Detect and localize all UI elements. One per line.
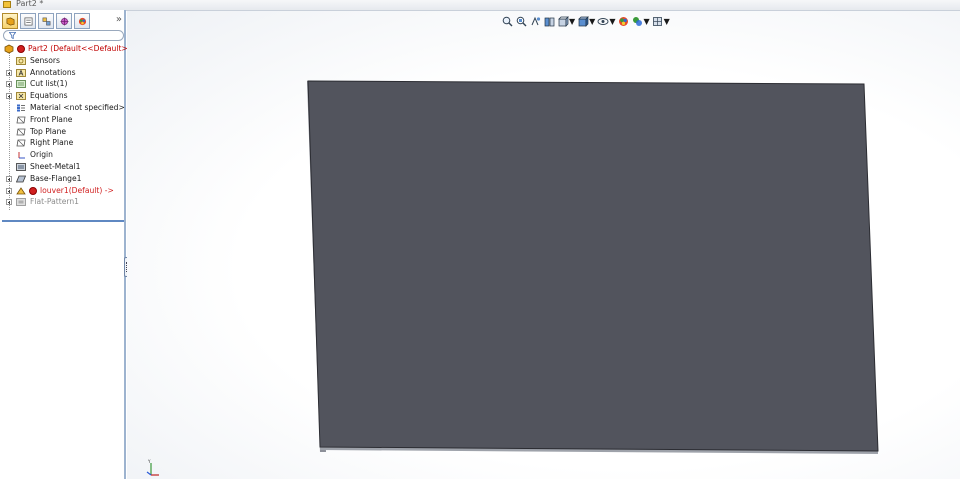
tree-item-label: Base-Flange1 — [30, 173, 82, 183]
tree-root-label: Part2 (Default<<Default>_D — [28, 44, 138, 53]
tree-item-label: Flat-Pattern1 — [30, 197, 79, 207]
expand-toggle[interactable] — [6, 187, 12, 194]
tree-item-annotations[interactable]: Annotations — [0, 67, 126, 79]
tab-dimxpert-manager[interactable] — [56, 13, 72, 29]
tab-display-manager[interactable] — [74, 13, 90, 29]
reference-triad-icon: Y — [146, 459, 159, 476]
equations-icon — [16, 92, 26, 101]
feature-filter-box[interactable] — [3, 30, 124, 41]
tab-configuration-manager[interactable] — [38, 13, 54, 29]
tree-item-sheet-metal[interactable]: Sheet-Metal1 — [0, 161, 126, 173]
title-bar: Part2 * — [0, 0, 960, 11]
tree-item-label: Top Plane — [30, 126, 67, 136]
part-model-view[interactable] — [127, 11, 960, 479]
tree-item-label: Origin — [30, 150, 53, 160]
plane-icon — [16, 116, 26, 124]
expand-toggle[interactable] — [6, 81, 12, 88]
origin-icon — [18, 152, 25, 159]
panel-tabs: » — [2, 13, 124, 29]
feature-manager-panel: » Part2 (Default<<Default>_D Sensors Ann… — [0, 10, 137, 479]
configuration-manager-icon — [42, 17, 50, 25]
tree-item-origin[interactable]: Origin — [0, 149, 126, 161]
plane-icon — [16, 128, 26, 135]
tree-item-label: Front Plane — [30, 114, 73, 124]
property-manager-icon — [24, 17, 32, 25]
part-icon — [4, 44, 14, 54]
tree-item-louver[interactable]: louver1(Default) -> — [0, 185, 126, 197]
tree-item-label: Equations — [30, 91, 68, 101]
tree-item-flat-pattern[interactable]: Flat-Pattern1 — [0, 196, 126, 208]
tree-item-front-plane[interactable]: Front Plane — [0, 114, 126, 126]
rebuild-error-icon — [17, 45, 25, 53]
tree-item-label: Cut list(1) — [30, 79, 68, 89]
tab-property-manager[interactable] — [20, 13, 36, 29]
tab-feature-manager[interactable] — [2, 13, 18, 29]
tree-item-label: Sensors — [30, 55, 60, 65]
tree-item-sensors[interactable]: Sensors — [0, 55, 126, 67]
tree-root-part[interactable]: Part2 (Default<<Default>_D — [0, 43, 137, 55]
tree-item-equations[interactable]: Equations — [0, 90, 126, 102]
tree-item-right-plane[interactable]: Right Plane — [0, 137, 126, 149]
part-top-face — [307, 80, 879, 452]
part-document-icon — [3, 1, 11, 8]
tree-item-label: Right Plane — [30, 138, 74, 148]
sensor-icon — [16, 56, 26, 65]
filter-icon — [9, 32, 16, 39]
sheet-metal-icon — [16, 163, 26, 171]
tree-item-cut-list[interactable]: Cut list(1) — [0, 78, 126, 90]
plane-icon — [16, 139, 26, 147]
cut-list-icon — [16, 80, 26, 89]
dimxpert-icon — [59, 16, 69, 26]
flat-pattern-icon — [16, 198, 26, 207]
feature-tree: Part2 (Default<<Default>_D Sensors Annot… — [0, 43, 137, 208]
svg-text:Y: Y — [147, 459, 151, 464]
tree-item-material[interactable]: Material <not specified> — [0, 102, 126, 114]
error-icon — [29, 186, 37, 195]
feature-manager-icon — [6, 17, 14, 25]
base-flange-icon — [16, 175, 26, 183]
material-icon — [17, 104, 25, 112]
expand-toggle[interactable] — [6, 93, 12, 100]
display-manager-icon — [78, 17, 86, 25]
louver-icon — [16, 186, 26, 194]
window-title: Part2 * — [16, 0, 44, 8]
annotations-icon — [16, 68, 26, 77]
tree-end-marker — [2, 220, 124, 222]
tree-item-top-plane[interactable]: Top Plane — [0, 126, 126, 138]
tree-item-label: Sheet-Metal1 — [30, 161, 81, 171]
more-tabs-icon[interactable]: » — [116, 14, 122, 25]
expand-toggle[interactable] — [6, 175, 12, 182]
tree-item-label: louver1(Default) -> — [40, 185, 114, 195]
graphics-area[interactable]: ▼ ▼ ▼ ▼ ▼ Y — [127, 11, 960, 479]
tree-item-base-flange[interactable]: Base-Flange1 — [0, 173, 126, 185]
tree-item-label: Annotations — [30, 67, 76, 77]
tree-item-label: Material <not specified> — [30, 102, 125, 112]
expand-toggle[interactable] — [6, 69, 12, 76]
expand-toggle[interactable] — [6, 199, 12, 206]
